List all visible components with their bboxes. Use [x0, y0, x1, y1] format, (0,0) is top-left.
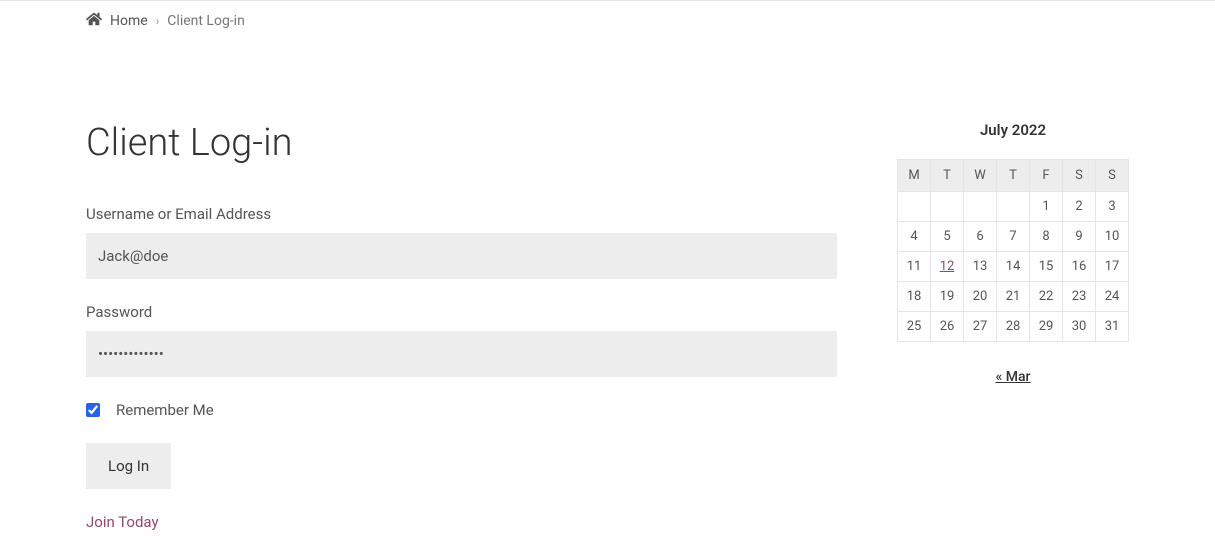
calendar-day-cell: 30	[1063, 312, 1096, 342]
password-input[interactable]	[86, 331, 837, 377]
calendar-empty-cell	[931, 192, 964, 222]
calendar-day-header: M	[898, 160, 931, 192]
calendar-day-cell: 31	[1096, 312, 1129, 342]
calendar-day-cell: 22	[1030, 282, 1063, 312]
username-input[interactable]	[86, 233, 837, 279]
calendar-day-cell: 10	[1096, 222, 1129, 252]
calendar-day-header: T	[997, 160, 1030, 192]
calendar-day-cell: 8	[1030, 222, 1063, 252]
calendar-day-cell: 23	[1063, 282, 1096, 312]
username-label: Username or Email Address	[86, 205, 837, 223]
calendar-day-cell: 29	[1030, 312, 1063, 342]
calendar-empty-cell	[898, 192, 931, 222]
calendar-day-header: T	[931, 160, 964, 192]
calendar-empty-cell	[964, 192, 997, 222]
calendar-day-header: S	[1096, 160, 1129, 192]
remember-checkbox[interactable]	[86, 403, 100, 417]
breadcrumb: Home › Client Log-in	[0, 1, 1215, 41]
calendar-day-cell: 15	[1030, 252, 1063, 282]
calendar-day-cell: 1	[1030, 192, 1063, 222]
password-label: Password	[86, 303, 837, 321]
calendar-day-cell: 26	[931, 312, 964, 342]
main-content: Client Log-in Username or Email Address …	[86, 121, 837, 531]
calendar-day-cell: 20	[964, 282, 997, 312]
calendar-day-cell: 12	[931, 252, 964, 282]
calendar-day-cell: 24	[1096, 282, 1129, 312]
login-button[interactable]: Log In	[86, 443, 171, 489]
calendar-widget: July 2022 MTWTFSS 1234567891011121314151…	[897, 121, 1129, 342]
page-title: Client Log-in	[86, 121, 837, 165]
calendar-empty-cell	[997, 192, 1030, 222]
calendar-title: July 2022	[897, 121, 1129, 159]
calendar-day-cell: 19	[931, 282, 964, 312]
calendar-day-cell: 21	[997, 282, 1030, 312]
calendar-day-cell: 14	[997, 252, 1030, 282]
calendar-day-cell: 11	[898, 252, 931, 282]
calendar-day-link[interactable]: 12	[940, 259, 955, 274]
calendar-day-cell: 3	[1096, 192, 1129, 222]
calendar-day-cell: 13	[964, 252, 997, 282]
calendar-day-cell: 4	[898, 222, 931, 252]
calendar-day-header: W	[964, 160, 997, 192]
calendar-day-cell: 5	[931, 222, 964, 252]
calendar-day-cell: 7	[997, 222, 1030, 252]
calendar-day-cell: 9	[1063, 222, 1096, 252]
calendar-day-header: F	[1030, 160, 1063, 192]
calendar-day-cell: 16	[1063, 252, 1096, 282]
home-icon	[86, 11, 102, 31]
calendar-day-cell: 17	[1096, 252, 1129, 282]
calendar-day-cell: 18	[898, 282, 931, 312]
sidebar: July 2022 MTWTFSS 1234567891011121314151…	[897, 121, 1129, 531]
calendar-day-cell: 6	[964, 222, 997, 252]
calendar-prev-link[interactable]: « Mar	[995, 369, 1030, 385]
calendar-day-cell: 27	[964, 312, 997, 342]
calendar-day-cell: 2	[1063, 192, 1096, 222]
breadcrumb-home-link[interactable]: Home	[110, 13, 148, 29]
calendar-day-cell: 28	[997, 312, 1030, 342]
calendar-day-cell: 25	[898, 312, 931, 342]
breadcrumb-separator: ›	[156, 14, 160, 28]
breadcrumb-current: Client Log-in	[167, 13, 245, 29]
calendar-day-header: S	[1063, 160, 1096, 192]
join-today-link[interactable]: Join Today	[86, 513, 837, 531]
remember-label: Remember Me	[116, 401, 214, 419]
